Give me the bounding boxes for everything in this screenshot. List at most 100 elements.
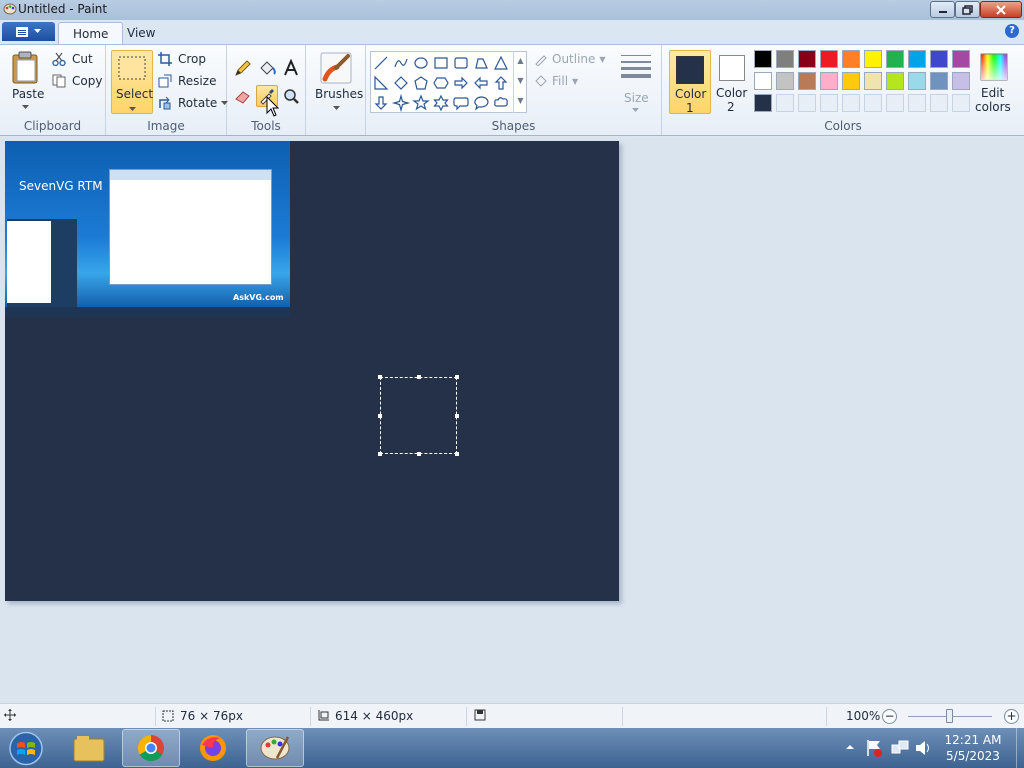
six-point-star-shape[interactable] bbox=[433, 94, 449, 112]
palette-swatch[interactable] bbox=[952, 72, 970, 90]
selection-handle[interactable] bbox=[417, 452, 421, 456]
resize-button[interactable]: Resize bbox=[158, 74, 216, 88]
zoom-in-button[interactable]: + bbox=[1004, 709, 1019, 724]
cloud-callout-shape[interactable] bbox=[494, 97, 508, 107]
four-point-star-shape[interactable] bbox=[391, 93, 411, 113]
palette-swatch[interactable] bbox=[930, 50, 948, 68]
selection-handle[interactable] bbox=[455, 375, 459, 379]
selection-handle[interactable] bbox=[378, 414, 382, 418]
palette-empty-slot[interactable] bbox=[798, 94, 816, 112]
selection-handle[interactable] bbox=[417, 375, 421, 379]
rounded-rectangle-shape[interactable] bbox=[454, 57, 468, 69]
palette-swatch[interactable] bbox=[908, 50, 926, 68]
left-arrow-shape[interactable] bbox=[474, 76, 488, 90]
palette-swatch[interactable] bbox=[864, 50, 882, 68]
taskbar-explorer[interactable] bbox=[60, 729, 118, 767]
start-button[interactable] bbox=[6, 730, 46, 767]
close-button[interactable] bbox=[980, 1, 1022, 18]
palette-swatch[interactable] bbox=[754, 72, 772, 90]
scroll-up-icon[interactable]: ▲ bbox=[514, 51, 527, 71]
up-arrow-shape[interactable] bbox=[494, 76, 508, 90]
paint-app-icon[interactable] bbox=[3, 2, 17, 16]
palette-empty-slot[interactable] bbox=[930, 94, 948, 112]
maximize-button[interactable] bbox=[955, 1, 980, 18]
five-point-star-shape[interactable] bbox=[412, 94, 430, 111]
size-button[interactable]: Size bbox=[612, 49, 660, 115]
show-hidden-icons-icon[interactable] bbox=[845, 742, 855, 752]
brushes-button[interactable]: Brushes bbox=[312, 49, 363, 115]
down-arrow-shape[interactable] bbox=[374, 96, 388, 110]
color1-button[interactable]: Color 1 bbox=[669, 50, 711, 115]
oval-shape[interactable] bbox=[414, 57, 428, 69]
taskbar-chrome[interactable] bbox=[122, 729, 180, 767]
paint-menu-button[interactable] bbox=[2, 22, 55, 41]
palette-empty-slot[interactable] bbox=[820, 94, 838, 112]
taskbar-clock[interactable]: 12:21 AM 5/5/2023 bbox=[930, 732, 1016, 764]
scroll-down-icon[interactable]: ▼ bbox=[514, 71, 527, 91]
selection-handle[interactable] bbox=[455, 414, 459, 418]
zoom-out-button[interactable]: − bbox=[882, 709, 897, 724]
palette-empty-slot[interactable] bbox=[886, 94, 904, 112]
taskbar-paint[interactable] bbox=[246, 729, 304, 767]
palette-swatch[interactable] bbox=[820, 50, 838, 68]
action-center-flag-icon[interactable] bbox=[866, 739, 882, 757]
palette-swatch[interactable] bbox=[952, 50, 970, 68]
palette-swatch[interactable] bbox=[842, 72, 860, 90]
eraser-tool[interactable] bbox=[232, 85, 254, 107]
magnifier-tool[interactable] bbox=[280, 85, 302, 107]
palette-swatch[interactable] bbox=[820, 72, 838, 90]
shapes-scroll[interactable]: ▲ ▼ ▼ bbox=[513, 51, 527, 113]
palette-swatch[interactable] bbox=[886, 72, 904, 90]
right-arrow-shape[interactable] bbox=[454, 76, 468, 90]
selection-handle[interactable] bbox=[455, 452, 459, 456]
palette-swatch[interactable] bbox=[798, 50, 816, 68]
edit-colors-button[interactable]: Edit colors bbox=[974, 50, 1014, 114]
selection-handle[interactable] bbox=[378, 452, 382, 456]
color2-button[interactable]: Color 2 bbox=[713, 50, 753, 114]
fill-button[interactable]: Fill ▼ bbox=[534, 74, 578, 88]
zoom-slider-thumb[interactable] bbox=[946, 709, 953, 723]
crop-button[interactable]: Crop bbox=[158, 52, 206, 66]
pentagon-shape[interactable] bbox=[414, 76, 428, 90]
palette-empty-slot[interactable] bbox=[952, 94, 970, 112]
palette-swatch[interactable] bbox=[776, 72, 794, 90]
palette-empty-slot[interactable] bbox=[864, 94, 882, 112]
palette-swatch[interactable] bbox=[842, 50, 860, 68]
network-icon[interactable] bbox=[891, 740, 909, 756]
pasted-screenshot-image[interactable]: SevenVG RTM AskVG.com bbox=[5, 141, 290, 317]
show-desktop-button[interactable] bbox=[1016, 728, 1024, 768]
line-shape[interactable] bbox=[374, 56, 388, 70]
drawing-canvas[interactable]: SevenVG RTM AskVG.com bbox=[5, 141, 619, 601]
palette-empty-slot[interactable] bbox=[842, 94, 860, 112]
palette-swatch[interactable] bbox=[754, 50, 772, 68]
rectangle-shape[interactable] bbox=[434, 57, 448, 69]
selection-handle[interactable] bbox=[378, 375, 382, 379]
palette-swatch[interactable] bbox=[798, 72, 816, 90]
hexagon-shape[interactable] bbox=[433, 77, 449, 89]
palette-swatch[interactable] bbox=[754, 94, 772, 112]
tab-view[interactable]: View bbox=[113, 22, 169, 44]
oval-callout-shape[interactable] bbox=[474, 96, 489, 111]
palette-empty-slot[interactable] bbox=[908, 94, 926, 112]
triangle-shape[interactable] bbox=[494, 55, 508, 70]
pencil-tool[interactable] bbox=[232, 57, 254, 79]
polygon-shape[interactable] bbox=[475, 58, 488, 69]
palette-swatch[interactable] bbox=[864, 72, 882, 90]
cut-button[interactable]: Cut bbox=[52, 52, 93, 66]
curve-shape[interactable] bbox=[394, 58, 408, 68]
minimize-button[interactable] bbox=[930, 1, 955, 18]
palette-swatch[interactable] bbox=[886, 50, 904, 68]
palette-swatch[interactable] bbox=[930, 72, 948, 90]
right-triangle-shape[interactable] bbox=[374, 75, 389, 90]
fill-tool[interactable] bbox=[256, 57, 278, 79]
palette-swatch[interactable] bbox=[776, 50, 794, 68]
rounded-callout-shape[interactable] bbox=[453, 97, 469, 111]
palette-empty-slot[interactable] bbox=[776, 94, 794, 112]
outline-button[interactable]: Outline ▼ bbox=[534, 52, 606, 66]
paste-button[interactable]: Paste bbox=[6, 49, 46, 113]
select-button[interactable]: Select bbox=[111, 50, 153, 114]
canvas-workspace[interactable]: SevenVG RTM AskVG.com bbox=[0, 137, 1024, 703]
more-shapes-icon[interactable]: ▼ bbox=[514, 91, 527, 111]
taskbar-firefox[interactable] bbox=[184, 729, 242, 767]
selection-rectangle[interactable] bbox=[378, 375, 459, 456]
